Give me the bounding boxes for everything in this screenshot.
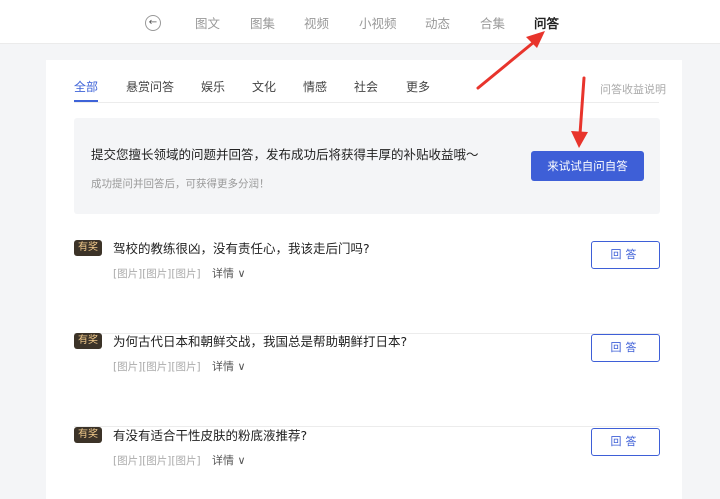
- nav-item-xiaoshipin[interactable]: 小视频: [359, 13, 397, 32]
- tab-more[interactable]: 更多: [406, 78, 430, 95]
- list-item: 有奖 为何古代日本和朝鲜交战，我国总是帮助朝鲜打日本? [图片][图片][图片]…: [74, 333, 660, 427]
- answer-button[interactable]: 回答: [591, 428, 660, 456]
- question-images: [图片][图片][图片]: [113, 455, 201, 467]
- tab-culture[interactable]: 文化: [252, 78, 276, 95]
- tab-emotion[interactable]: 情感: [303, 78, 327, 95]
- banner-subtitle: 成功提问并回答后，可获得更多分润！: [91, 178, 270, 190]
- tab-all[interactable]: 全部: [74, 78, 98, 95]
- list-item: 有奖 有没有适合干性皮肤的粉底液推荐? [图片][图片][图片] 详情 ∨ 回答: [74, 427, 660, 499]
- qa-earnings-link[interactable]: 问答收益说明: [600, 81, 666, 97]
- list-item: 有奖 驾校的教练很凶，没有责任心，我该走后门吗? [图片][图片][图片] 详情…: [74, 240, 660, 334]
- nav-item-tuji[interactable]: 图集: [250, 13, 275, 32]
- reward-badge: 有奖: [74, 240, 102, 256]
- tab-divider: [74, 102, 659, 103]
- chevron-down-icon: ∨: [237, 360, 246, 373]
- nav-item-wenda[interactable]: 问答: [534, 13, 559, 32]
- tab-society[interactable]: 社会: [354, 78, 378, 95]
- reward-badge: 有奖: [74, 333, 102, 349]
- tab-entertainment[interactable]: 娱乐: [201, 78, 225, 95]
- nav-item-shipin[interactable]: 视频: [304, 13, 329, 32]
- detail-label: 详情: [212, 267, 234, 280]
- chevron-down-icon: ∨: [237, 267, 246, 280]
- chevron-down-icon: ∨: [237, 454, 246, 467]
- answer-button[interactable]: 回答: [591, 241, 660, 269]
- self-qa-button[interactable]: 来试试自问自答: [531, 151, 644, 181]
- nav-item-dongtai[interactable]: 动态: [425, 13, 450, 32]
- qa-card: 全部 悬赏问答 娱乐 文化 情感 社会 更多 问答收益说明 提交您擅长领域的问题…: [46, 60, 682, 499]
- answer-button[interactable]: 回答: [591, 334, 660, 362]
- reward-badge: 有奖: [74, 427, 102, 443]
- question-title[interactable]: 为何古代日本和朝鲜交战，我国总是帮助朝鲜打日本?: [113, 331, 407, 350]
- nav-item-tuwen[interactable]: 图文: [195, 13, 220, 32]
- question-title[interactable]: 驾校的教练很凶，没有责任心，我该走后门吗?: [113, 238, 370, 257]
- detail-label: 详情: [212, 454, 234, 467]
- top-nav: ← 图文 图集 视频 小视频 动态 合集 问答: [0, 0, 720, 44]
- detail-toggle[interactable]: 详情 ∨: [212, 265, 246, 281]
- banner-title: 提交您擅长领域的问题并回答，发布成功后将获得丰厚的补贴收益哦～: [91, 147, 479, 162]
- tab-reward-qa[interactable]: 悬赏问答: [126, 78, 174, 95]
- detail-toggle[interactable]: 详情 ∨: [212, 452, 246, 468]
- nav-item-heji[interactable]: 合集: [480, 13, 505, 32]
- question-images: [图片][图片][图片]: [113, 268, 201, 280]
- promo-banner: 提交您擅长领域的问题并回答，发布成功后将获得丰厚的补贴收益哦～ 成功提问并回答后…: [74, 118, 660, 214]
- active-tab-underline: [74, 100, 98, 102]
- detail-toggle[interactable]: 详情 ∨: [212, 358, 246, 374]
- question-images: [图片][图片][图片]: [113, 361, 201, 373]
- back-circle-icon[interactable]: ←: [145, 15, 161, 31]
- question-title[interactable]: 有没有适合干性皮肤的粉底液推荐?: [113, 425, 307, 444]
- detail-label: 详情: [212, 360, 234, 373]
